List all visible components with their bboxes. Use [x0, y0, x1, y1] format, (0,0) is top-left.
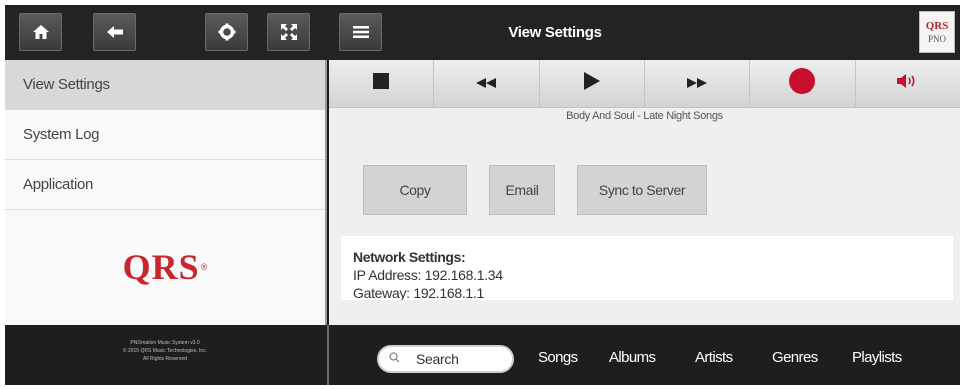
- gateway-text: Gateway: 192.168.1.1: [353, 285, 484, 300]
- network-settings-panel: Network Settings: IP Address: 192.168.1.…: [341, 236, 953, 300]
- qrs-logo: QRS ®: [5, 210, 325, 323]
- email-button[interactable]: Email: [489, 165, 555, 215]
- play-button[interactable]: [539, 60, 645, 107]
- copyright-line: © 2015 QRS Music Technologies, Inc.: [122, 348, 208, 354]
- copyright-line: PNOmation Music System v3.0: [130, 340, 200, 346]
- sidebar-item-label: System Log: [23, 126, 100, 143]
- search-label: Search: [416, 351, 459, 367]
- sidebar-item-application[interactable]: Application: [5, 160, 325, 210]
- sidebar-item-label: View Settings: [23, 76, 110, 93]
- search-button[interactable]: Search: [377, 345, 514, 373]
- registered-mark: ®: [200, 261, 208, 272]
- copyright-line: All Rights Reserved: [143, 356, 187, 362]
- transport-controls: [329, 60, 960, 108]
- rewind-icon: [476, 75, 497, 93]
- network-settings-title: Network Settings:: [353, 249, 466, 265]
- nav-albums[interactable]: Albums: [609, 349, 656, 366]
- bottom-bar: PNOmation Music System v3.0 © 2015 QRS M…: [5, 325, 960, 385]
- ip-address-text: IP Address: 192.168.1.34: [353, 267, 503, 283]
- sidebar: View Settings System Log Application QRS…: [5, 60, 327, 325]
- logo-text-bottom: PNO: [927, 33, 946, 44]
- nav-genres[interactable]: Genres: [772, 349, 818, 366]
- fast-forward-button[interactable]: [644, 60, 751, 107]
- search-icon: [389, 350, 400, 368]
- fast-forward-icon: [687, 75, 708, 93]
- back-button[interactable]: [93, 13, 136, 51]
- fullscreen-button[interactable]: [267, 13, 310, 51]
- rewind-button[interactable]: [434, 60, 540, 107]
- home-button[interactable]: [19, 13, 62, 51]
- hamburger-menu-icon: [352, 25, 369, 39]
- qrs-pno-logo: QRS PNO: [919, 11, 955, 53]
- logo-text-top: QRS: [925, 19, 949, 32]
- settings-button[interactable]: [205, 13, 248, 51]
- stop-button[interactable]: [329, 60, 435, 107]
- footer-divider: [327, 325, 329, 385]
- record-icon: [789, 68, 816, 99]
- sidebar-item-system-log[interactable]: System Log: [5, 110, 325, 160]
- stop-icon: [373, 73, 390, 94]
- arrow-left-icon: [106, 25, 124, 39]
- app-window: View Settings QRS PNO View Settings Syst…: [5, 5, 960, 385]
- expand-icon: [280, 23, 298, 41]
- volume-button[interactable]: [855, 60, 960, 107]
- nav-playlists[interactable]: Playlists: [852, 349, 902, 366]
- gear-icon: [218, 23, 236, 41]
- nav-songs[interactable]: Songs: [538, 349, 578, 366]
- record-button[interactable]: [750, 60, 856, 107]
- nav-artists[interactable]: Artists: [695, 349, 733, 366]
- volume-icon: [896, 73, 919, 94]
- play-icon: [583, 72, 600, 95]
- now-playing-text: Body And Soul - Late Night Songs: [566, 110, 723, 122]
- copyright-text: PNOmation Music System v3.0 © 2015 QRS M…: [45, 339, 285, 363]
- sidebar-item-view-settings[interactable]: View Settings: [5, 60, 325, 110]
- qrs-logo-text: QRS: [122, 246, 200, 287]
- home-icon: [32, 24, 50, 40]
- copy-button[interactable]: Copy: [363, 165, 467, 215]
- sidebar-item-label: Application: [23, 176, 94, 193]
- page-title: View Settings: [508, 24, 602, 41]
- main-panel: Body And Soul - Late Night Songs Copy Em…: [329, 60, 960, 325]
- sync-to-server-button[interactable]: Sync to Server: [577, 165, 707, 215]
- top-bar: View Settings QRS PNO: [5, 5, 960, 60]
- menu-button[interactable]: [339, 13, 382, 51]
